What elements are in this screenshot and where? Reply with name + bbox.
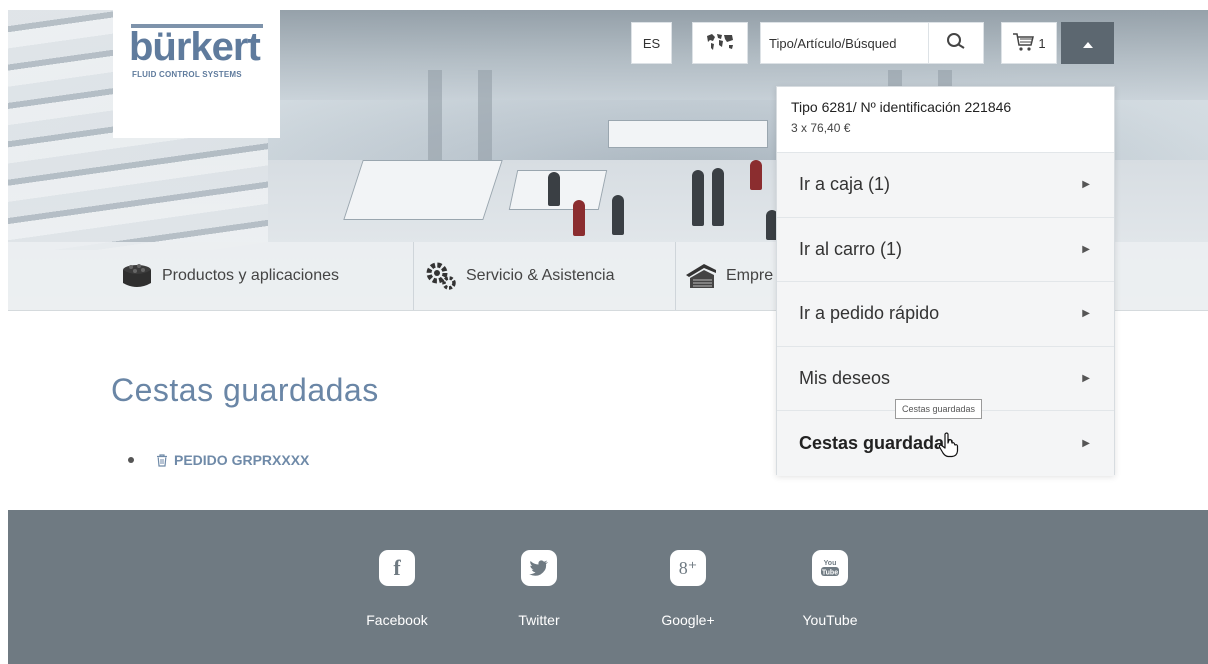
list-bullet <box>128 457 134 463</box>
chevron-right-icon: ▶ <box>1082 373 1090 385</box>
menu-item-label: Cestas guardadas <box>799 433 955 454</box>
menu-item-label: Ir a caja (1) <box>799 174 891 195</box>
logo-tagline: FLUID CONTROL SYSTEMS <box>132 70 242 79</box>
nav-item-label: Productos y aplicaciones <box>162 267 339 284</box>
stack-box-icon <box>120 261 154 291</box>
cart-dropdown-toggle[interactable] <box>1061 22 1114 64</box>
menu-item-go-to-cart[interactable]: Ir al carro (1) ▶ <box>777 217 1114 283</box>
svg-text:Tube: Tube <box>822 570 838 577</box>
search-button[interactable] <box>928 22 984 64</box>
cart-icon <box>1012 32 1036 55</box>
cart-button[interactable]: 1 <box>1001 22 1057 64</box>
social-label: Facebook <box>366 612 428 628</box>
footer: f Facebook Twitter 8⁺ Google+ You Tube Y… <box>8 510 1208 664</box>
facebook-icon: f <box>379 550 415 586</box>
logo-wordmark: bürkert <box>129 25 261 69</box>
nav-item-label: Servicio & Asistencia <box>466 267 615 284</box>
social-google-plus[interactable]: 8⁺ Google+ <box>648 550 728 628</box>
cart-product: Tipo 6281/ Nº identificación 221846 <box>791 99 1012 115</box>
chevron-right-icon: ▶ <box>1082 243 1090 255</box>
google-plus-icon: 8⁺ <box>670 550 706 586</box>
facebook-glyph: f <box>393 555 401 580</box>
chevron-right-icon: ▶ <box>1082 179 1090 191</box>
social-label: Twitter <box>518 612 560 628</box>
building-icon <box>684 261 718 291</box>
chevron-right-icon: ▶ <box>1082 308 1090 320</box>
gears-icon <box>424 261 458 291</box>
social-label: YouTube <box>802 612 858 628</box>
chevron-right-icon: ▶ <box>1082 438 1090 450</box>
cart-count: 1 <box>1038 35 1046 51</box>
youtube-icon: You Tube <box>812 550 848 586</box>
search-input[interactable]: Tipo/Artículo/Búsqued <box>760 22 928 64</box>
social-label: Google+ <box>661 612 715 628</box>
cart-summary: Tipo 6281/ Nº identificación 221846 3 x … <box>777 87 1114 153</box>
menu-item-quick-order[interactable]: Ir a pedido rápido ▶ <box>777 282 1114 347</box>
nav-item-products[interactable]: Productos y aplicaciones <box>120 242 400 310</box>
menu-item-label: Ir al carro (1) <box>799 238 903 259</box>
page-title: Cestas guardadas <box>111 372 379 408</box>
social-twitter[interactable]: Twitter <box>499 550 579 628</box>
trash-icon[interactable] <box>156 453 168 467</box>
cart-price: 3 x 76,40 € <box>791 121 851 135</box>
menu-item-label: Mis deseos <box>799 368 891 389</box>
nav-item-label: Empre <box>726 267 774 284</box>
saved-basket-list: PEDIDO GRPRXXXX <box>128 452 309 468</box>
search-icon <box>946 32 966 55</box>
saved-basket-label: PEDIDO GRPRXXXX <box>174 452 310 468</box>
hand-cursor-icon <box>938 432 960 458</box>
region-selector[interactable] <box>692 22 748 64</box>
svg-text:You: You <box>824 560 837 567</box>
social-youtube[interactable]: You Tube YouTube <box>790 550 870 628</box>
menu-item-label: Ir a pedido rápido <box>799 303 940 324</box>
language-selector[interactable]: ES <box>631 22 672 64</box>
social-facebook[interactable]: f Facebook <box>357 550 437 628</box>
saved-basket-item[interactable]: PEDIDO GRPRXXXX <box>128 452 309 468</box>
tooltip: Cestas guardadas <box>895 399 983 419</box>
nav-item-company[interactable]: Empre <box>675 242 785 310</box>
menu-item-checkout[interactable]: Ir a caja (1) ▶ <box>777 153 1114 218</box>
world-map-icon <box>705 32 735 55</box>
nav-item-service[interactable]: Servicio & Asistencia <box>413 242 675 310</box>
burkert-logo[interactable]: bürkert FLUID CONTROL SYSTEMS <box>113 10 280 138</box>
google-plus-glyph: 8⁺ <box>678 557 698 578</box>
caret-up-icon <box>1082 36 1093 51</box>
twitter-icon <box>521 550 557 586</box>
